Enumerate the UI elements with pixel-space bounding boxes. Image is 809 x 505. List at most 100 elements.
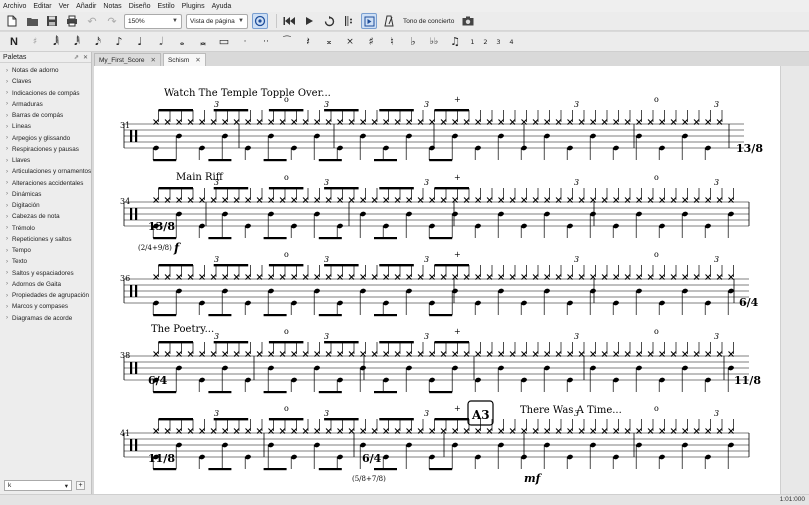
chevron-right-icon: › [6, 213, 8, 220]
thirty-second-note-icon[interactable]: 𝅘𝅥𝅱 [69, 34, 85, 50]
palette-item[interactable]: › Texto [0, 256, 91, 267]
palette-item[interactable]: › Notas de adorno [0, 65, 91, 76]
time-signature[interactable]: 13/8 [148, 220, 175, 233]
eighth-note-icon[interactable]: ♪ [111, 34, 127, 50]
chevron-right-icon: › [6, 303, 8, 310]
palette-list: › Notas de adorno › Claves › Indicaciones de … [0, 63, 91, 324]
voice-2-button[interactable]: 2 [481, 34, 490, 50]
zoom-select[interactable]: 150% ▼ [124, 13, 182, 29]
workspace-select[interactable]: k ▾ [4, 480, 72, 491]
palette-item[interactable]: › Dinámicas [0, 189, 91, 200]
palette-item[interactable]: › Adornos de Gaita [0, 279, 91, 290]
voice-3-button[interactable]: 3 [494, 34, 503, 50]
close-icon[interactable]: ✕ [151, 56, 156, 64]
palette-item[interactable]: › Claves [0, 76, 91, 87]
palette-item[interactable]: › Trémolo [0, 223, 91, 234]
score-canvas[interactable]: Watch The Temple Topple Over... Main Rif… [94, 66, 780, 494]
menu-notas[interactable]: Notas [103, 3, 121, 10]
staff-text[interactable]: There Was A Time... [520, 405, 622, 416]
tab-my-first-score[interactable]: My_First_Score ✕ [94, 53, 161, 66]
note-input-n-icon[interactable]: N [6, 34, 22, 50]
pan-score-icon[interactable] [361, 13, 377, 29]
loop-icon[interactable] [321, 13, 337, 29]
palette-item[interactable]: › Llaves [0, 155, 91, 166]
natural-icon[interactable]: ♮ [384, 34, 400, 50]
flat-icon[interactable]: ♭ [405, 34, 421, 50]
open-folder-icon[interactable] [24, 13, 40, 29]
palette-item[interactable]: › Digitación [0, 200, 91, 211]
staff-text[interactable]: Watch The Temple Topple Over... [164, 88, 331, 99]
dynamic-marking[interactable]: mf [524, 472, 543, 485]
menu-plugins[interactable]: Plugins [182, 3, 205, 10]
flip-direction-icon[interactable]: 𝄪 [321, 34, 337, 50]
voice-4-button[interactable]: 4 [507, 34, 516, 50]
time-signature[interactable]: 13/8 [736, 142, 763, 155]
palette-item[interactable]: › Respiraciones y pausas [0, 144, 91, 155]
new-score-icon[interactable] [4, 13, 20, 29]
palette-item[interactable]: › Marcos y compases [0, 301, 91, 312]
palette-item[interactable]: › Saltos y espaciadores [0, 268, 91, 279]
menu-diseno[interactable]: Diseño [129, 3, 151, 10]
close-icon[interactable]: ✕ [83, 54, 88, 61]
palette-item[interactable]: › Propiedades de agrupación [0, 290, 91, 301]
add-workspace-button[interactable]: + [76, 481, 85, 490]
voice-1-button[interactable]: 1 [468, 34, 477, 50]
staff-text[interactable]: The Poetry... [151, 324, 214, 335]
float-panel-icon[interactable]: ⇗ [74, 54, 79, 61]
menu-estilo[interactable]: Estilo [157, 3, 174, 10]
double-sharp-icon[interactable]: × [342, 34, 358, 50]
whole-note-icon[interactable]: 𝅝 [174, 34, 190, 50]
vertical-scrollbar[interactable] [780, 66, 809, 494]
menu-ayuda[interactable]: Ayuda [212, 3, 232, 10]
concert-pitch-toggle[interactable]: Tono de concierto [403, 18, 454, 25]
double-whole-note-icon[interactable]: 𝅜 [195, 34, 211, 50]
palette-item[interactable]: › Barras de compás [0, 110, 91, 121]
palette-item[interactable]: › Tempo [0, 245, 91, 256]
close-icon[interactable]: ✕ [195, 56, 200, 64]
palette-item[interactable]: › Armaduras [0, 99, 91, 110]
half-note-icon[interactable]: 𝅗𝅥 [153, 34, 169, 50]
menu-ver[interactable]: Ver [59, 3, 70, 10]
longa-icon[interactable]: ▭ [216, 34, 232, 50]
quarter-note-icon[interactable]: ♩ [132, 34, 148, 50]
save-icon[interactable] [44, 13, 60, 29]
augmentation-dot-icon[interactable]: · [237, 34, 253, 50]
palette-item[interactable]: › Repeticiones y saltos [0, 234, 91, 245]
rhythm-slash-icon[interactable]: ♯ [27, 34, 43, 50]
double-flat-icon[interactable]: ♭♭ [426, 34, 442, 50]
double-dot-icon[interactable]: ·· [258, 34, 274, 50]
sharp-icon[interactable]: ♯ [363, 34, 379, 50]
chevron-right-icon: › [6, 236, 8, 243]
sixteenth-note-icon[interactable]: 𝅘𝅥𝅯 [90, 34, 106, 50]
redo-icon[interactable]: ↷ [104, 13, 120, 29]
palette-item[interactable]: › Diagramas de acorde [0, 313, 91, 324]
time-signature[interactable]: 11/8 6/4 [148, 452, 382, 465]
tie-icon[interactable]: ⁀ [279, 34, 295, 50]
palette-item[interactable]: › Alteraciones accidentales [0, 178, 91, 189]
view-mode-select[interactable]: Vista de página ▼ [186, 13, 248, 29]
rest-icon[interactable]: 𝄽 [300, 34, 316, 50]
metronome-icon[interactable] [381, 13, 397, 29]
palette-item[interactable]: › Articulaciones y ornamentos [0, 166, 91, 177]
note-input-mode-icon[interactable] [252, 13, 268, 29]
time-signature[interactable]: 6/4 [739, 296, 759, 309]
play-repeats-icon[interactable] [341, 13, 357, 29]
camera-icon[interactable] [460, 13, 476, 29]
menu-editar[interactable]: Editar [33, 3, 51, 10]
tab-schism[interactable]: Schism ✕ [162, 53, 206, 66]
score-view[interactable]: Watch The Temple Topple Over... Main Rif… [94, 66, 780, 494]
voice-icon[interactable]: ♫ [447, 34, 463, 50]
palette-item[interactable]: › Indicaciones de compás [0, 88, 91, 99]
palette-item[interactable]: › Líneas [0, 121, 91, 132]
rewind-icon[interactable] [281, 13, 297, 29]
palette-item[interactable]: › Cabezas de nota [0, 211, 91, 222]
menu-anadir[interactable]: Añadir [76, 3, 96, 10]
dynamic-marking[interactable]: f [173, 241, 181, 255]
undo-icon[interactable]: ↶ [84, 13, 100, 29]
sixty-fourth-note-icon[interactable]: 𝅘𝅥𝅲 [48, 34, 64, 50]
palette-item[interactable]: › Arpegios y glissando [0, 133, 91, 144]
menu-archivo[interactable]: Archivo [3, 3, 26, 10]
print-icon[interactable] [64, 13, 80, 29]
time-signature[interactable]: 6/4 11/8 [148, 374, 761, 387]
play-icon[interactable] [301, 13, 317, 29]
